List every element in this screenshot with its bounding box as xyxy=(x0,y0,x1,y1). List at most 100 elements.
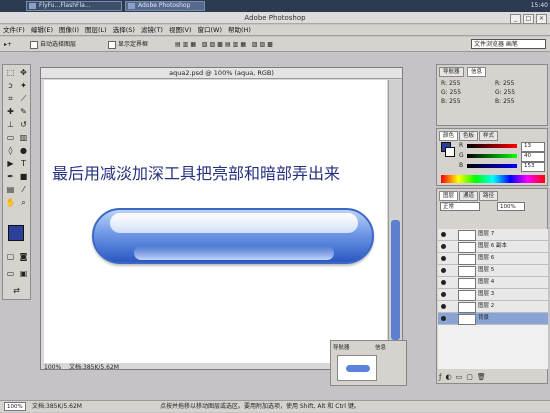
move-tool-icon[interactable]: ▸+ xyxy=(4,40,12,49)
menu-file[interactable]: 文件(F) xyxy=(0,25,28,36)
path-select-icon[interactable]: ▶ xyxy=(5,158,16,169)
screen-mode-standard-icon[interactable]: ▭ xyxy=(5,268,16,279)
color-b-value[interactable]: 153 xyxy=(521,162,545,172)
eye-icon[interactable] xyxy=(441,232,446,237)
menu-layer[interactable]: 图层(L) xyxy=(82,25,110,36)
navigator-tab[interactable]: 导航器 xyxy=(439,67,464,77)
new-layer-icon[interactable]: ▢ xyxy=(466,373,477,381)
taskbar-tab-photoshop[interactable]: Adobe Photoshop xyxy=(125,1,205,11)
zoom-field[interactable]: 100% xyxy=(4,402,26,411)
screen-mode-full-icon[interactable]: ▣ xyxy=(18,268,29,279)
eye-icon[interactable] xyxy=(441,244,446,249)
navigator-thumbnail[interactable] xyxy=(337,355,377,381)
color-slider-g[interactable]: G 40 xyxy=(459,151,545,162)
stamp-tool-icon[interactable]: ⊥ xyxy=(5,119,16,130)
workspace-field[interactable]: 文件浏览器 画笔 xyxy=(471,39,546,49)
document-canvas[interactable]: 最后用减淡加深工具把亮部和暗部弄出来 xyxy=(44,80,387,363)
navigator-tab[interactable]: 导航器 xyxy=(333,344,373,352)
add-mask-icon[interactable]: ◐ xyxy=(445,373,455,381)
delete-layer-icon[interactable]: 🗑 xyxy=(477,373,490,381)
color-spectrum-ramp[interactable] xyxy=(441,175,545,183)
quickmask-off-icon[interactable]: ▢ xyxy=(5,251,16,262)
quickmask-on-icon[interactable]: ◙ xyxy=(18,251,29,262)
eye-icon[interactable] xyxy=(441,304,446,309)
color-tab[interactable]: 颜色 xyxy=(439,131,459,141)
move-tool-icon[interactable]: ✥ xyxy=(18,67,29,78)
layer-row-selected[interactable]: 背景 xyxy=(438,313,548,325)
blend-mode-select[interactable]: 正常 xyxy=(440,202,480,211)
eyedropper-icon[interactable]: ⁄ xyxy=(18,184,29,195)
color-slider-b[interactable]: B 153 xyxy=(459,161,545,172)
menu-image[interactable]: 图像(I) xyxy=(56,25,82,36)
document-window: aqua2.psd @ 100% (aqua, RGB) 最后用减淡加深工具把亮… xyxy=(40,67,403,371)
layer-row[interactable]: 图层 6 副本 xyxy=(438,241,548,253)
color-bg-swatch[interactable] xyxy=(445,147,455,157)
layer-row[interactable]: 图层 5 xyxy=(438,265,548,277)
layer-row[interactable]: 图层 4 xyxy=(438,277,548,289)
layer-name: 图层 6 副本 xyxy=(478,243,507,249)
taskbar-tab-flash[interactable]: FlyFu...FlashFla... xyxy=(26,1,122,11)
close-button[interactable]: × xyxy=(536,14,547,24)
menu-help[interactable]: 帮助(H) xyxy=(225,25,254,36)
clock: 15:40 xyxy=(530,2,548,9)
zoom-tool-icon[interactable]: ⌕ xyxy=(18,197,29,208)
history-brush-icon[interactable]: ↺ xyxy=(18,119,29,130)
magic-wand-icon[interactable]: ✦ xyxy=(18,80,29,91)
color-slider-r[interactable]: R 13 xyxy=(459,141,545,152)
scrollbar-thumb[interactable] xyxy=(391,220,400,340)
layer-row[interactable]: 图层 3 xyxy=(438,289,548,301)
imageready-jump-icon[interactable]: ⇄ xyxy=(11,285,22,296)
layers-tab[interactable]: 图层 xyxy=(439,191,459,201)
brush-tool-icon[interactable]: ✎ xyxy=(18,106,29,117)
auto-select-checkbox[interactable] xyxy=(30,40,38,49)
maximize-button[interactable]: □ xyxy=(523,14,534,24)
eye-icon[interactable] xyxy=(441,280,446,285)
distribute-buttons-icon[interactable]: ▤▥▦ ▧▨▩ xyxy=(225,40,275,49)
layer-row[interactable]: 图层 6 xyxy=(438,253,548,265)
menu-window[interactable]: 窗口(W) xyxy=(194,25,225,36)
layer-thumbnail xyxy=(458,302,476,313)
hand-tool-icon[interactable]: ✋ xyxy=(5,197,16,208)
channels-tab[interactable]: 通道 xyxy=(459,191,479,201)
layer-thumbnail xyxy=(458,314,476,325)
crop-tool-icon[interactable]: ⌗ xyxy=(5,93,16,104)
info-values-left: R: 255 G: 255 B: 255 xyxy=(441,79,491,106)
menu-view[interactable]: 视图(V) xyxy=(166,25,195,36)
healing-brush-icon[interactable]: ✚ xyxy=(5,106,16,117)
menu-filter[interactable]: 滤镜(T) xyxy=(138,25,166,36)
info-tab[interactable]: 信息 xyxy=(375,344,405,352)
foreground-color-swatch[interactable] xyxy=(8,225,24,241)
align-buttons-icon[interactable]: ▤▥▦ ▧▨▩ xyxy=(175,40,225,49)
eye-icon[interactable] xyxy=(441,268,446,273)
notes-tool-icon[interactable]: ▤ xyxy=(5,184,16,195)
swatches-tab[interactable]: 色板 xyxy=(459,131,479,141)
paths-tab[interactable]: 路径 xyxy=(479,191,499,201)
layer-row[interactable]: 图层 2 xyxy=(438,301,548,313)
document-vertical-scrollbar[interactable] xyxy=(388,80,402,363)
auto-select-option[interactable]: 自动选择图层 xyxy=(30,40,76,49)
menu-edit[interactable]: 编辑(E) xyxy=(28,25,56,36)
dodge-tool-icon[interactable]: ● xyxy=(18,145,29,156)
opacity-field[interactable]: 100% xyxy=(497,202,525,211)
info-tab[interactable]: 信息 xyxy=(467,67,487,77)
lasso-tool-icon[interactable]: ↄ xyxy=(5,80,16,91)
gradient-tool-icon[interactable]: ▥ xyxy=(18,132,29,143)
minimize-button[interactable]: _ xyxy=(510,14,521,24)
toolbox: ⬚ ✥ ↄ ✦ ⌗ ⟋ ✚ ✎ ⊥ ↺ ▭ ▥ ◊ ● ▶ T ✒ ■ ▤ ⁄ … xyxy=(2,64,31,300)
eye-icon[interactable] xyxy=(441,256,446,261)
menu-select[interactable]: 选择(S) xyxy=(110,25,138,36)
layer-row[interactable]: 图层 7 xyxy=(438,229,548,241)
show-bounds-checkbox[interactable] xyxy=(108,40,116,49)
type-tool-icon[interactable]: T xyxy=(18,158,29,169)
new-set-icon[interactable]: ▭ xyxy=(456,373,467,381)
shape-tool-icon[interactable]: ■ xyxy=(18,171,29,182)
slice-tool-icon[interactable]: ⟋ xyxy=(18,93,29,104)
styles-tab[interactable]: 样式 xyxy=(479,131,499,141)
blur-tool-icon[interactable]: ◊ xyxy=(5,145,16,156)
eye-icon[interactable] xyxy=(441,316,446,321)
marquee-tool-icon[interactable]: ⬚ xyxy=(5,67,16,78)
pen-tool-icon[interactable]: ✒ xyxy=(5,171,16,182)
eye-icon[interactable] xyxy=(441,292,446,297)
eraser-tool-icon[interactable]: ▭ xyxy=(5,132,16,143)
show-bounds-option[interactable]: 显示定界框 xyxy=(108,40,148,49)
